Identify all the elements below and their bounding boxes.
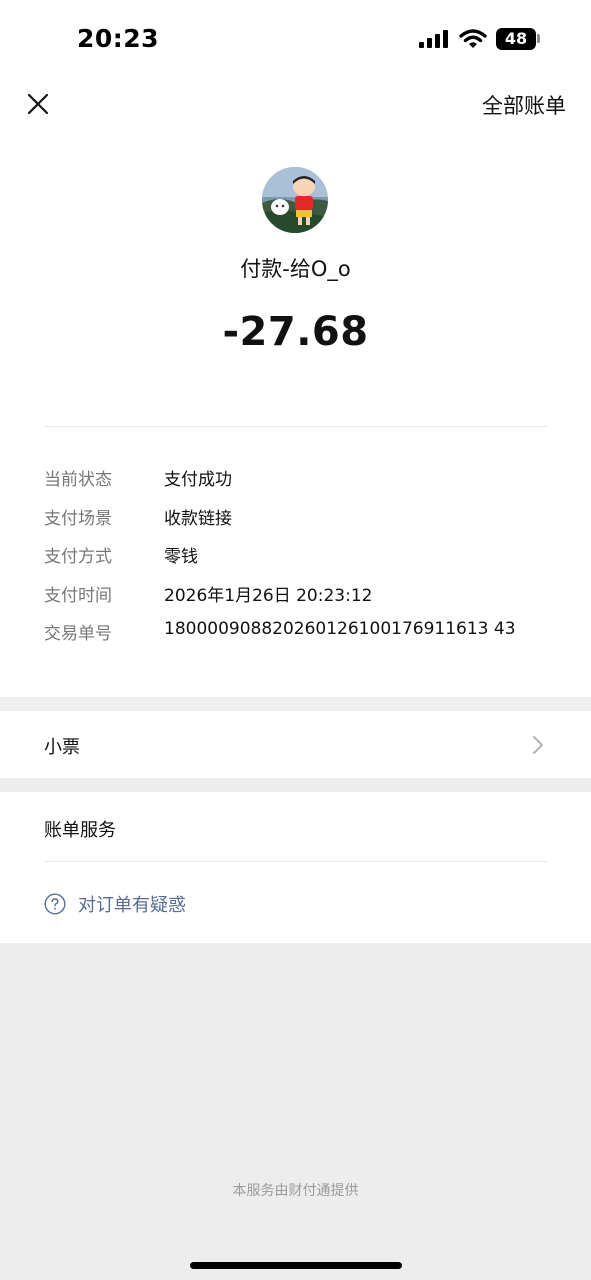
status-time: 20:23: [77, 24, 160, 53]
payment-amount: -27.68: [222, 309, 369, 355]
divider: [44, 861, 547, 862]
receipt-label: 小票: [44, 737, 80, 758]
detail-label: 支付场景: [44, 509, 112, 529]
wifi-icon: [459, 29, 487, 48]
payee-avatar: [262, 167, 328, 233]
detail-label: 支付时间: [44, 586, 112, 606]
home-indicator[interactable]: [190, 1262, 402, 1269]
close-icon[interactable]: [26, 92, 50, 116]
detail-value: 收款链接: [164, 509, 232, 529]
all-bills-link[interactable]: 全部账单: [482, 90, 566, 120]
detail-value: 零钱: [164, 547, 198, 567]
divider: [44, 426, 547, 427]
bill-service-section: 账单服务 对订单有疑惑: [0, 792, 591, 943]
signal-icon: [419, 30, 449, 50]
chevron-right-icon: [533, 736, 543, 754]
battery-cap: [537, 34, 540, 43]
receipt-row[interactable]: 小票: [0, 711, 591, 778]
detail-label: 交易单号: [44, 624, 112, 644]
order-dispute-link[interactable]: 对订单有疑惑: [78, 891, 186, 917]
detail-value: 2026年1月26日 20:23:12: [164, 586, 373, 606]
battery-icon: 48: [496, 28, 536, 50]
question-circle-icon[interactable]: [44, 893, 66, 915]
detail-label: 支付方式: [44, 547, 112, 567]
detail-value: 支付成功: [164, 470, 232, 490]
bill-service-title: 账单服务: [44, 820, 116, 841]
footer-note: 本服务由财付通提供: [232, 1183, 359, 1199]
transaction-id[interactable]: 180000908820260126100176911613 43: [164, 619, 516, 639]
payee-name: 付款-给O_o: [240, 257, 351, 281]
detail-label: 当前状态: [44, 470, 112, 490]
